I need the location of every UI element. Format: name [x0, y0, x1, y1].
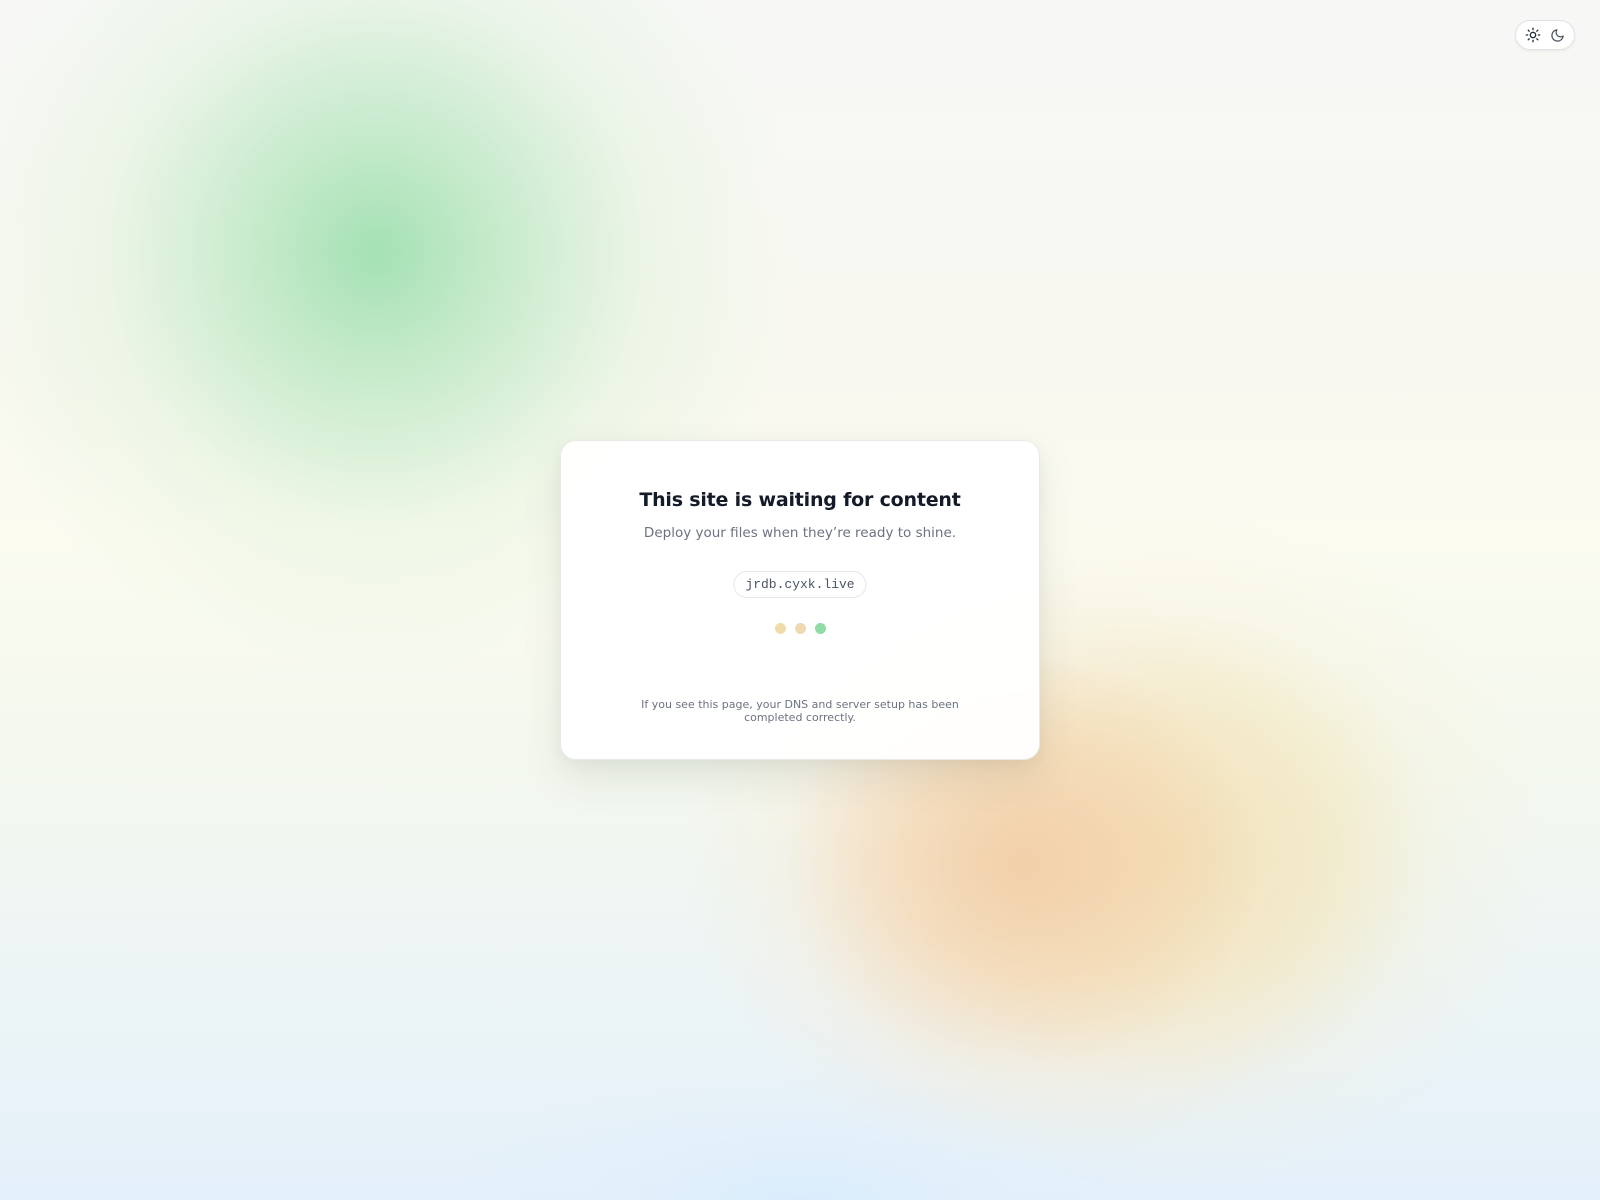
theme-toggle[interactable] — [1515, 20, 1575, 50]
domain-badge: jrdb.cyxk.live — [733, 571, 867, 598]
page-subtitle: Deploy your files when they’re ready to … — [643, 525, 957, 541]
placeholder-card: This site is waiting for content Deploy … — [560, 440, 1040, 760]
moon-icon[interactable] — [1549, 26, 1567, 44]
sun-icon[interactable] — [1524, 26, 1542, 44]
page-title: This site is waiting for content — [639, 489, 961, 511]
loading-dot — [814, 623, 826, 634]
loading-indicator — [561, 623, 1039, 634]
loading-dot — [794, 623, 806, 634]
loading-dot — [774, 623, 786, 634]
setup-confirmation-note: If you see this page, your DNS and serve… — [641, 698, 959, 724]
